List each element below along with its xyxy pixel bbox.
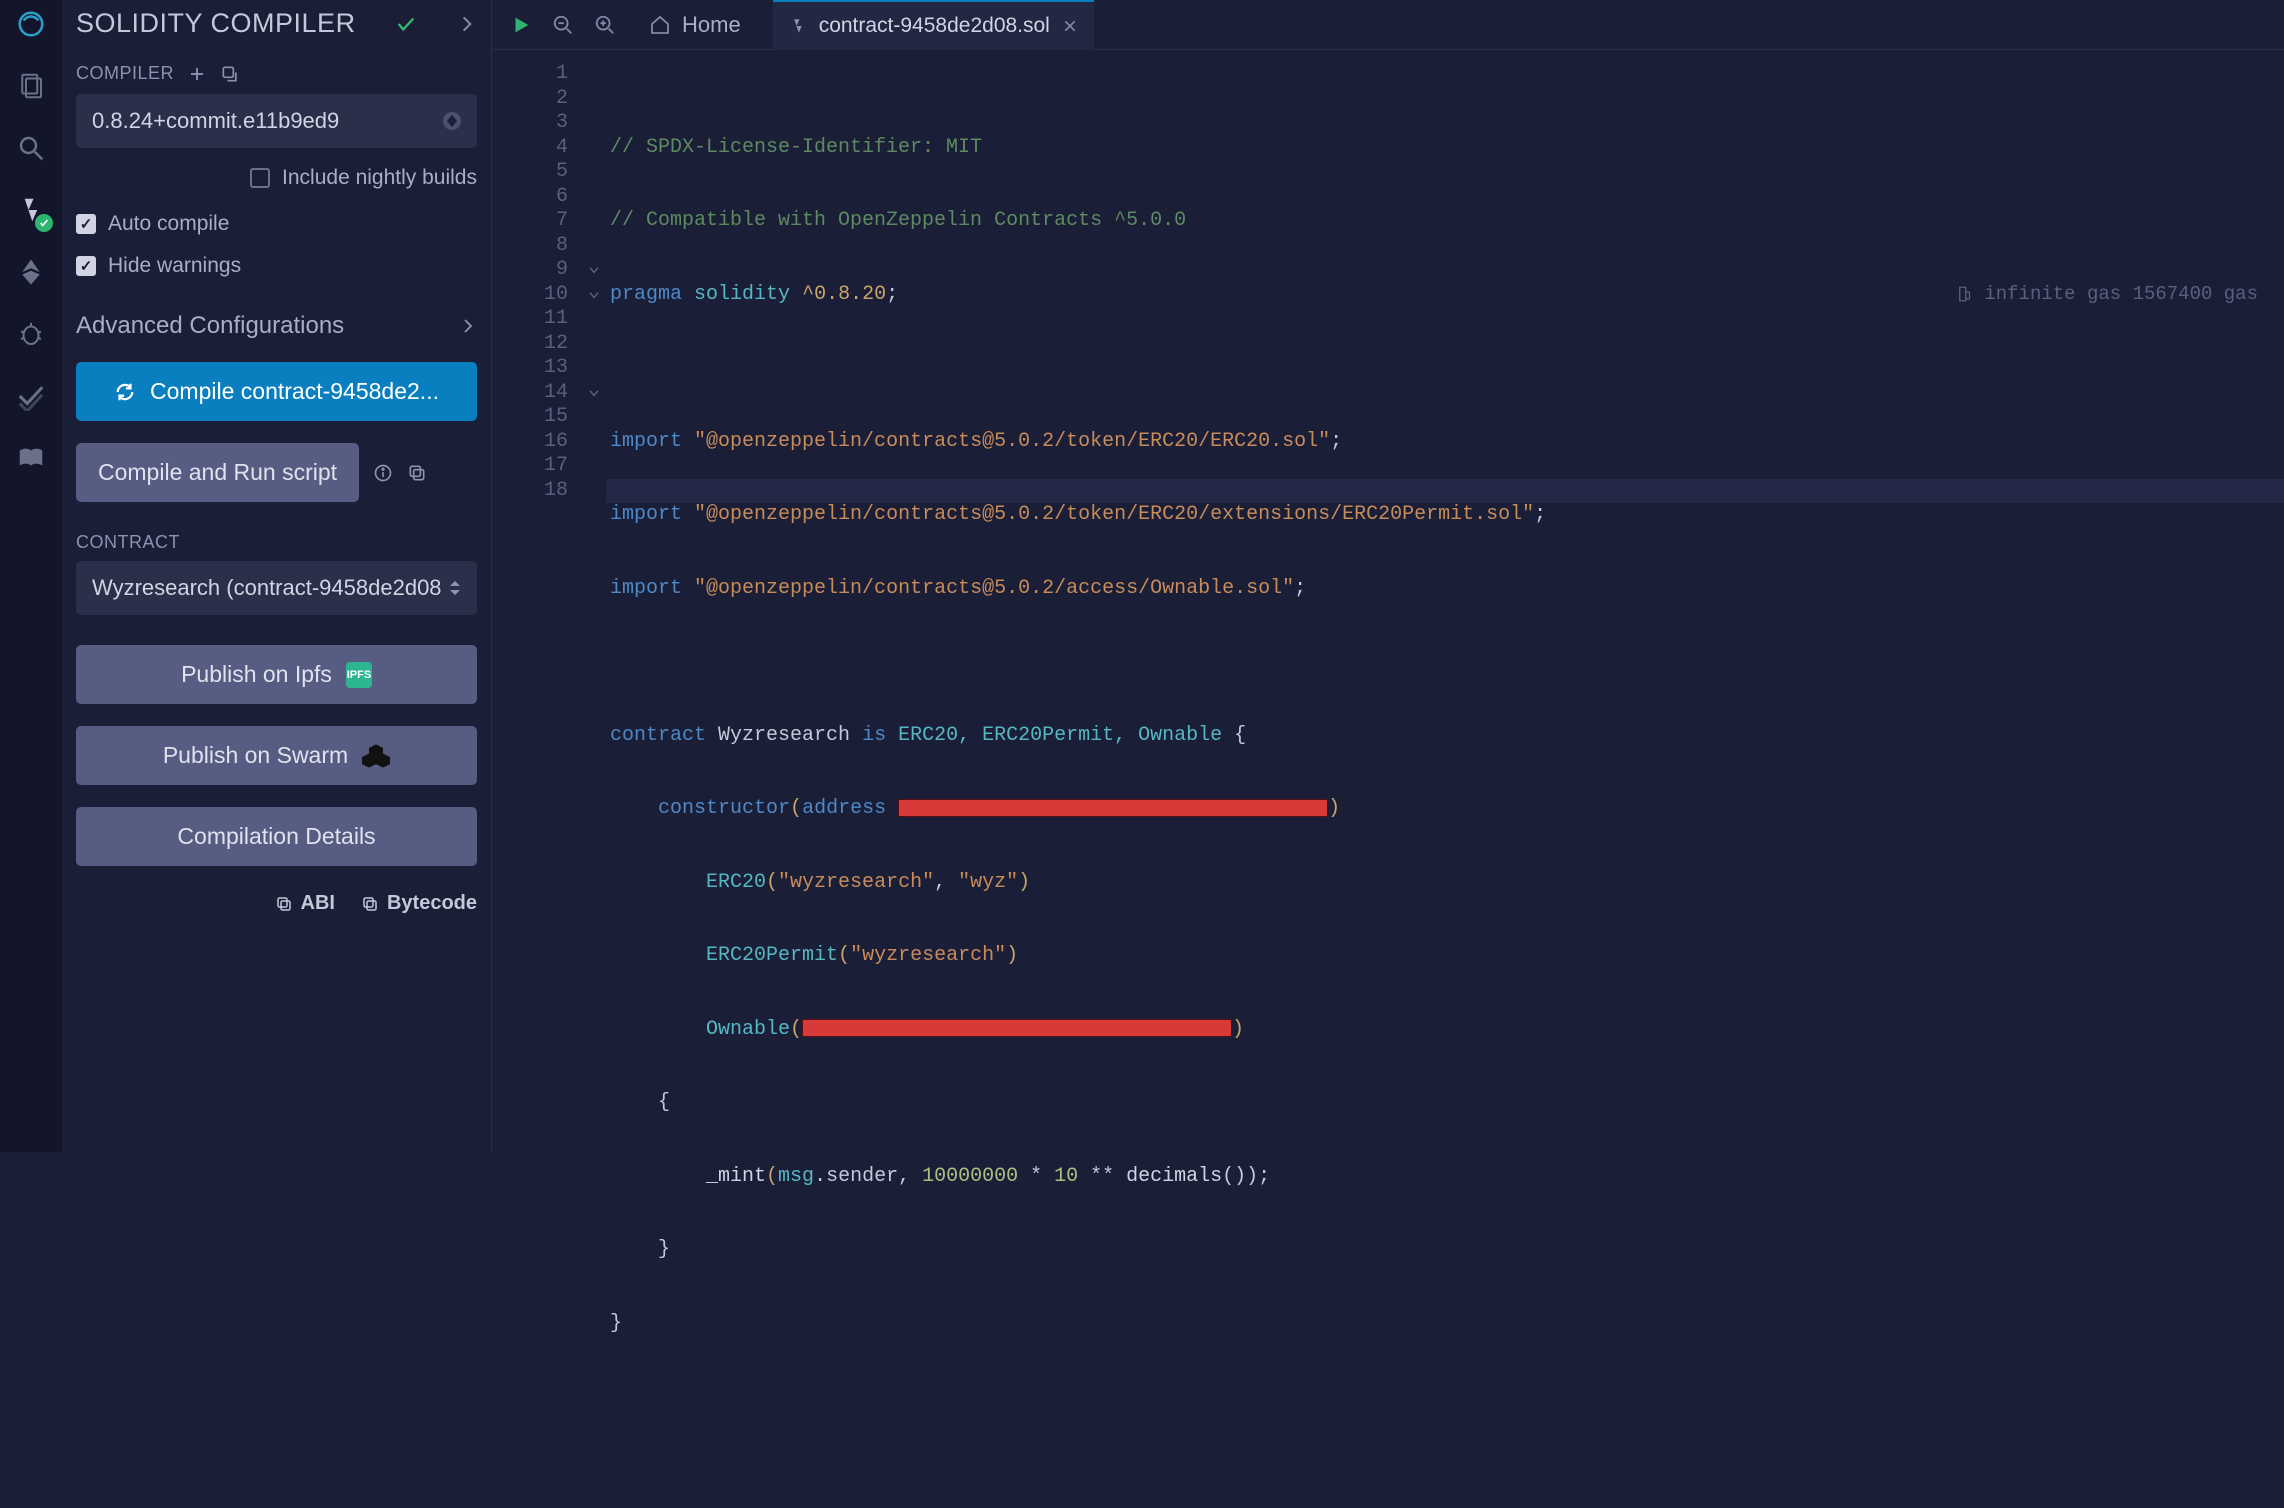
fold-icon[interactable] [582, 283, 606, 308]
home-label: Home [682, 12, 741, 38]
search-icon[interactable] [13, 130, 49, 166]
swarm-icon [362, 744, 390, 768]
active-file-tab[interactable]: contract-9458de2d08.sol [773, 0, 1094, 50]
active-tab-label: contract-9458de2d08.sol [819, 14, 1050, 38]
nightly-builds-row[interactable]: Include nightly builds [76, 166, 477, 190]
compile-success-badge [35, 214, 53, 232]
home-icon [648, 13, 672, 37]
active-line-highlight [606, 479, 2284, 504]
contract-selected-value: Wyzresearch (contract-9458de2d08 [92, 575, 442, 601]
debugger-icon[interactable] [13, 316, 49, 352]
run-script-label: Compile and Run script [98, 459, 337, 486]
fold-icon[interactable] [582, 258, 606, 283]
select-updown-icon [443, 112, 461, 130]
copy-bytecode-button[interactable]: Bytecode [361, 892, 477, 915]
static-analysis-icon[interactable] [13, 378, 49, 414]
redacted-address [898, 799, 1328, 817]
advanced-config-toggle[interactable]: Advanced Configurations [76, 312, 477, 340]
run-script-info-icon[interactable] [373, 463, 393, 483]
compilation-details-button[interactable]: Compilation Details [76, 807, 477, 866]
link-compiler-icon[interactable] [220, 64, 240, 84]
ipfs-icon: IPFS [346, 662, 372, 688]
logo-icon [13, 6, 49, 42]
editor-topbar: Home contract-9458de2d08.sol [492, 0, 2284, 50]
publish-swarm-label: Publish on Swarm [163, 742, 348, 769]
solidity-file-icon [789, 17, 807, 35]
gas-hint: infinite gas 1567400 gas [1956, 282, 2258, 307]
compile-check-icon [395, 13, 417, 35]
auto-compile-row[interactable]: Auto compile [76, 212, 477, 236]
code-editor[interactable]: 123456789101112131415161718 // SPDX-Lice… [492, 50, 2284, 1508]
add-compiler-icon[interactable] [188, 65, 206, 83]
hide-warnings-row[interactable]: Hide warnings [76, 254, 477, 278]
close-tab-icon[interactable] [1062, 18, 1078, 34]
home-tab[interactable]: Home [636, 12, 753, 38]
copy-script-icon[interactable] [407, 463, 427, 483]
nightly-checkbox[interactable] [250, 168, 270, 188]
panel-forward-icon[interactable] [457, 14, 477, 34]
compiler-version-select[interactable]: 0.8.24+commit.e11b9ed9 [76, 94, 477, 148]
file-explorer-icon[interactable] [13, 68, 49, 104]
compilation-details-label: Compilation Details [177, 823, 375, 850]
hide-warnings-label: Hide warnings [108, 254, 241, 278]
fold-icon[interactable] [582, 381, 606, 406]
fold-gutter [582, 50, 606, 1508]
copy-abi-button[interactable]: ABI [275, 892, 335, 915]
nightly-label: Include nightly builds [282, 166, 477, 190]
activity-bar [0, 0, 62, 1152]
abi-label: ABI [301, 892, 335, 915]
contract-label: CONTRACT [76, 532, 477, 553]
compiler-label: COMPILER [76, 63, 174, 84]
compiler-version-value: 0.8.24+commit.e11b9ed9 [92, 108, 339, 134]
publish-ipfs-button[interactable]: Publish on Ipfs IPFS [76, 645, 477, 704]
hide-warnings-checkbox[interactable] [76, 256, 96, 276]
publish-ipfs-label: Publish on Ipfs [181, 661, 332, 688]
solidity-compiler-panel: SOLIDITY COMPILER COMPILER 0.8.24+commit… [62, 0, 492, 1152]
advanced-label: Advanced Configurations [76, 312, 344, 340]
compile-button[interactable]: Compile contract-9458de2... [76, 362, 477, 421]
deploy-icon[interactable] [13, 254, 49, 290]
contract-select[interactable]: Wyzresearch (contract-9458de2d08 [76, 561, 477, 615]
panel-title: SOLIDITY COMPILER [76, 8, 356, 39]
run-icon[interactable] [510, 14, 532, 36]
zoom-out-icon[interactable] [552, 14, 574, 36]
code-content[interactable]: // SPDX-License-Identifier: MIT // Compa… [606, 50, 2284, 1508]
gas-pump-icon [1956, 285, 1974, 303]
learneth-icon[interactable] [13, 440, 49, 476]
bytecode-label: Bytecode [387, 892, 477, 915]
auto-compile-checkbox[interactable] [76, 214, 96, 234]
editor-area: Home contract-9458de2d08.sol 12345678910… [492, 0, 2284, 1152]
solidity-compiler-icon[interactable] [13, 192, 49, 228]
compile-run-script-button[interactable]: Compile and Run script [76, 443, 359, 502]
zoom-in-icon[interactable] [594, 14, 616, 36]
compile-button-label: Compile contract-9458de2... [150, 378, 439, 405]
auto-compile-label: Auto compile [108, 212, 229, 236]
publish-swarm-button[interactable]: Publish on Swarm [76, 726, 477, 785]
line-number-gutter: 123456789101112131415161718 [492, 50, 582, 1508]
select-updown-icon [449, 580, 461, 596]
refresh-icon [114, 381, 136, 403]
redacted-address [802, 1019, 1232, 1037]
